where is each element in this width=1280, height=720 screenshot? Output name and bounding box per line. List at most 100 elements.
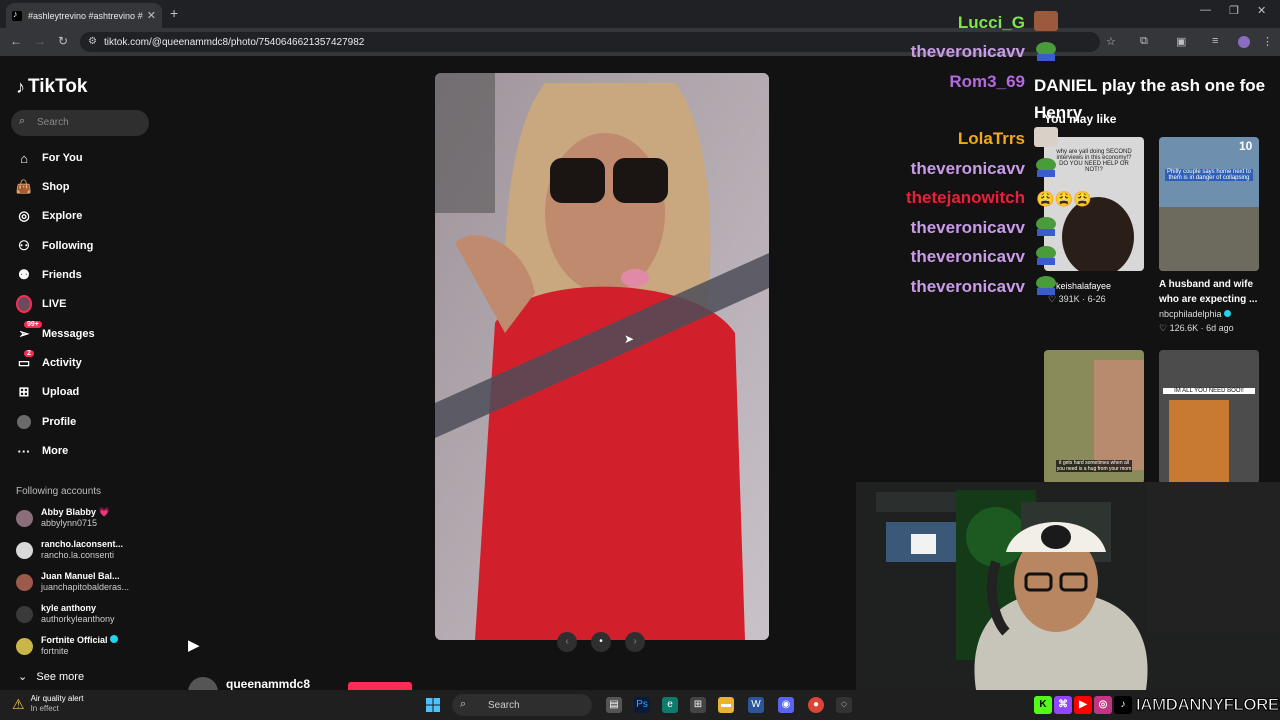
close-tab-icon[interactable]: ✕ xyxy=(147,9,156,22)
chat-username: theveronicavv xyxy=(910,159,1025,178)
card-title[interactable]: A husband and wife who are expecting ... xyxy=(1159,277,1259,307)
next-photo-icon[interactable]: › xyxy=(625,632,645,652)
previous-photo-icon[interactable]: ‹ xyxy=(557,632,577,652)
recommendation-card[interactable]: IM ALL YOU NEED BOO!! xyxy=(1159,350,1259,484)
nav-profile[interactable]: Profile xyxy=(16,411,76,433)
see-more-button[interactable]: ⌄ See more xyxy=(18,670,84,683)
search-input[interactable]: ⌕ Search xyxy=(11,110,149,136)
task-view-icon[interactable]: ▤ xyxy=(606,697,622,713)
nav-explore[interactable]: ◎ Explore xyxy=(16,205,82,227)
page-dot-icon[interactable]: • xyxy=(591,632,611,652)
browser-toolbar: ← → ↻ ⚙ tiktok.com/@queenammdc8/photo/75… xyxy=(0,28,1280,56)
search-placeholder: Search xyxy=(37,117,69,128)
nav-more[interactable]: ··· More xyxy=(16,440,69,462)
menu-kebab-icon[interactable]: ⋮ xyxy=(1262,35,1273,48)
instagram-icon: ◎ xyxy=(1094,696,1112,714)
windows-start-icon[interactable] xyxy=(426,698,440,712)
tiktok-logo[interactable]: ♪ TikTok xyxy=(16,76,87,98)
screen: #ashleytrevino #ashtrevino #a ✕ + — ❐ ✕ … xyxy=(0,0,1280,720)
nav-label: Profile xyxy=(42,416,77,428)
nav-live[interactable]: LIVE xyxy=(16,293,66,315)
nav-friends[interactable]: ⚉ Friends xyxy=(16,264,82,286)
card-author[interactable]: nbcphiladelphia xyxy=(1159,309,1232,319)
pepe-badge-icon xyxy=(1034,41,1058,61)
live-icon xyxy=(16,295,32,313)
card-meta: ♡ 391K · 6-26 xyxy=(1048,294,1106,304)
messages-badge: 99+ xyxy=(24,321,42,328)
recommendation-card[interactable]: 10 Philly couple says home next to them … xyxy=(1159,137,1259,271)
nav-shop[interactable]: 👜 Shop xyxy=(16,176,70,198)
app-icon[interactable]: ◌ xyxy=(836,697,852,713)
nav-upload[interactable]: ⊞ Upload xyxy=(16,381,80,403)
author-name[interactable]: queenammdc8 xyxy=(226,677,310,691)
heart-icon: ♡ xyxy=(1159,323,1170,333)
tiktok-icon: ♪ xyxy=(1114,696,1132,714)
post-photo[interactable] xyxy=(435,73,769,640)
nav-following[interactable]: ⚇ Following xyxy=(16,235,93,257)
friends-icon: ⚉ xyxy=(18,267,30,282)
nav-messages[interactable]: ➢ 99+ Messages xyxy=(16,321,95,345)
avatar xyxy=(16,573,33,591)
file-explorer-icon[interactable]: ▬ xyxy=(718,697,734,713)
nav-label: LIVE xyxy=(42,298,67,310)
chat-username: theveronicavv xyxy=(910,42,1025,61)
edge-icon[interactable]: e xyxy=(662,697,678,713)
account-name: Juan Manuel Bal... xyxy=(41,571,120,581)
side-panel-icon[interactable]: ▣ xyxy=(1176,35,1186,48)
following-account[interactable]: Abby Blabby 💗 abbylynn0715 xyxy=(16,504,110,532)
new-tab-icon[interactable]: + xyxy=(170,5,178,21)
tiktok-note-icon: ♪ xyxy=(16,76,25,97)
mouse-cursor-icon: ➤ xyxy=(624,332,635,346)
nav-for-you[interactable]: ⌂ For You xyxy=(16,147,83,169)
recommendation-card[interactable]: it gets hard sometimes when all you need… xyxy=(1044,350,1144,484)
account-name: Fortnite Official xyxy=(41,635,119,646)
following-account[interactable]: Fortnite Official fortnite xyxy=(16,632,119,660)
maximize-icon[interactable]: ❐ xyxy=(1229,4,1239,17)
site-info-icon[interactable]: ⚙ xyxy=(88,36,97,47)
photo-image xyxy=(435,73,769,640)
nav-activity[interactable]: ▭ 2 Activity xyxy=(16,350,82,374)
following-account[interactable]: kyle anthony authorkyleanthony xyxy=(16,600,115,628)
following-account[interactable]: Juan Manuel Bal... juanchapitobalderas... xyxy=(16,568,129,596)
verified-icon xyxy=(1224,310,1232,317)
avatar xyxy=(16,605,33,623)
card-meta: ♡ 126.6K · 6d ago xyxy=(1159,323,1234,333)
photoshop-icon[interactable]: Ps xyxy=(634,697,650,713)
card-author[interactable]: keishalafayee xyxy=(1056,279,1111,294)
card-thumbnail xyxy=(1169,400,1229,484)
compass-icon: ◎ xyxy=(18,208,30,223)
person-plus-icon: ⚇ xyxy=(18,238,30,253)
reload-icon[interactable]: ↻ xyxy=(58,34,68,48)
bookmark-star-icon[interactable]: ☆ xyxy=(1106,35,1116,48)
back-icon[interactable]: ← xyxy=(10,34,22,48)
card-overlay-text: why are yall doing SECOND interviews in … xyxy=(1056,149,1132,173)
nav-label: For You xyxy=(42,152,83,164)
following-account[interactable]: rancho.laconsent... rancho.la.consenti xyxy=(16,536,123,564)
word-icon[interactable]: W xyxy=(748,697,764,713)
close-window-icon[interactable]: ✕ xyxy=(1257,4,1266,17)
nav-label: Explore xyxy=(42,210,83,222)
profile-avatar-icon[interactable] xyxy=(1238,36,1250,48)
extensions-icon[interactable]: ⧉ xyxy=(1140,35,1148,48)
chat-username: LolaTrrs xyxy=(957,129,1025,148)
forward-icon[interactable]: → xyxy=(34,34,46,48)
tiktok-favicon-icon xyxy=(12,9,22,21)
chat-badge-icon xyxy=(1034,11,1058,31)
browser-tab-strip: #ashleytrevino #ashtrevino #a ✕ + — ❐ ✕ xyxy=(0,0,1280,28)
minimize-icon[interactable]: — xyxy=(1200,4,1211,16)
chat-username: theveronicavv xyxy=(910,218,1025,237)
taskbar-search[interactable]: ⌕ Search xyxy=(452,694,592,716)
media-icon[interactable]: ≡ xyxy=(1212,35,1218,47)
chat-username: thetejanowitch xyxy=(905,188,1025,207)
discord-icon[interactable]: ◉ xyxy=(778,697,794,713)
search-icon: ⌕ xyxy=(460,698,467,710)
home-icon: ⌂ xyxy=(20,150,28,166)
more-dots-icon: ··· xyxy=(17,443,31,459)
chrome-icon[interactable]: ● xyxy=(808,697,824,713)
store-icon[interactable]: ⊞ xyxy=(690,697,706,713)
browser-tab[interactable]: #ashleytrevino #ashtrevino #a ✕ xyxy=(6,3,162,28)
chat-message: DANIEL play the ash one foe Henry xyxy=(1034,76,1266,122)
weather-widget[interactable]: ⚠ Air quality alert In effect xyxy=(12,694,83,714)
nav-label: Activity xyxy=(42,357,82,369)
play-icon[interactable]: ▶ xyxy=(188,636,200,654)
